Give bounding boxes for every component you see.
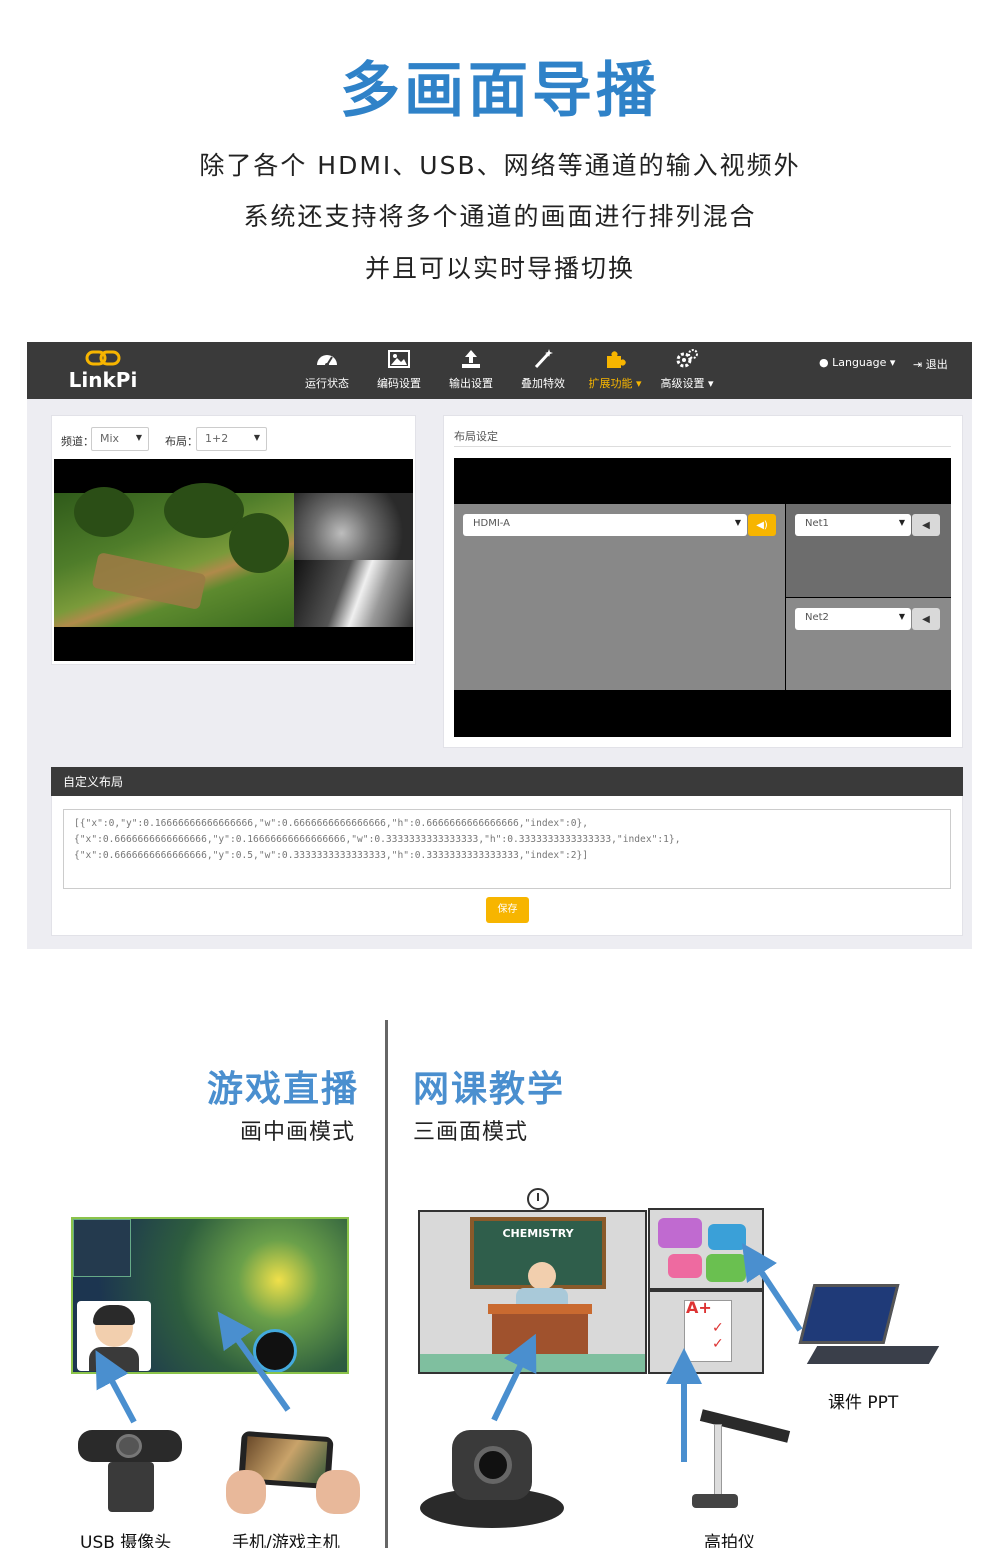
layout-settings-title: 布局设定 (454, 430, 498, 443)
hero-line-1: 除了各个 HDMI、USB、网络等通道的输入视频外 (199, 151, 801, 180)
channel-select[interactable]: Mix ▼ (91, 427, 149, 451)
layout-canvas: HDMI-A ▼ ◀) Net1 ▼ ◀ Net2 ▼ ◀ (454, 458, 951, 737)
logout-button[interactable]: ⇥ 退出 (913, 356, 948, 372)
upload-icon (441, 348, 501, 372)
chevron-down-icon: ▾ (889, 356, 896, 369)
navbar: LinkPi 运行状态 编码设置 输出设置 叠加特效 扩展功能 ▾ 高级设置 ▾… (27, 342, 972, 399)
nav-encode-settings[interactable]: 编码设置 (369, 348, 429, 394)
nav-label: 高级设置 (660, 377, 705, 390)
logo[interactable]: LinkPi (63, 348, 143, 394)
teacher-screen: CHEMISTRY (418, 1210, 647, 1374)
nav-advanced-settings[interactable]: 高级设置 ▾ (655, 348, 719, 394)
caption-phone: 手机/游戏主机 (232, 1533, 340, 1548)
custom-layout-json[interactable]: [{"x":0,"y":0.16666666666666666,"w":0.66… (63, 809, 951, 889)
class-title: 网课教学 (413, 1069, 566, 1110)
hero-line-2: 系统还支持将多个通道的画面进行排列混合 (243, 202, 757, 231)
chain-link-icon (85, 350, 121, 366)
arrow-icon (95, 1350, 137, 1424)
source3-value: Net2 (805, 612, 829, 623)
volume-off-icon[interactable]: ◀ (912, 514, 940, 536)
layout-select[interactable]: 1+2 ▼ (196, 427, 267, 451)
source3-select[interactable]: Net2 ▼ (795, 608, 911, 630)
magic-wand-icon (513, 348, 573, 372)
section-divider (385, 1020, 388, 1548)
minimap (73, 1219, 131, 1277)
nav-run-status[interactable]: 运行状态 (297, 348, 357, 394)
mix-preview (54, 459, 413, 661)
chevron-down-icon: ▾ (704, 377, 714, 390)
document-screen: A+ ✓ ✓ (648, 1290, 764, 1374)
caption-ppt: 课件 PPT (828, 1393, 899, 1413)
json-line: {"x":0.6666666666666666,"y":0.1666666666… (74, 834, 681, 845)
class-subtitle: 三画面模式 (413, 1120, 529, 1145)
preview-net2 (294, 560, 413, 627)
layout-label: 布局： (165, 435, 198, 448)
board-text: CHEMISTRY (502, 1227, 574, 1240)
brand-name: LinkPi (68, 368, 138, 392)
layout-value: 1+2 (205, 432, 229, 445)
save-button[interactable]: 保存 (486, 897, 529, 923)
game-title: 游戏直播 (207, 1069, 360, 1110)
channel-label: 频道： (61, 435, 94, 448)
json-line: {"x":0.6666666666666666,"y":0.5,"w":0.33… (74, 850, 589, 861)
ppt-screen (648, 1208, 764, 1290)
source2-select[interactable]: Net1 ▼ (795, 514, 911, 536)
preview-net1 (294, 493, 413, 560)
source2-value: Net1 (805, 518, 829, 529)
main-source-value: HDMI-A (473, 518, 511, 529)
caret-down-icon: ▼ (898, 612, 905, 621)
language-label: Language (832, 356, 887, 369)
caret-down-icon: ▼ (734, 518, 741, 527)
nav-label: 扩展功能 (588, 377, 633, 390)
preview-main-hdmi (54, 483, 294, 627)
nav-label: 输出设置 (449, 377, 493, 390)
game-joystick (253, 1329, 297, 1372)
logout-label: 退出 (925, 358, 948, 371)
facecam-pip (77, 1301, 151, 1371)
caption-doc-camera: 高拍仪 (704, 1533, 755, 1548)
caret-down-icon: ▼ (898, 518, 905, 527)
language-menu[interactable]: ● Language ▾ (819, 356, 895, 369)
sign-out-icon: ⇥ (913, 358, 923, 371)
main-source-select[interactable]: HDMI-A ▼ (463, 514, 747, 536)
nav-output-settings[interactable]: 输出设置 (441, 348, 501, 394)
nav-label: 叠加特效 (521, 377, 565, 390)
volume-on-icon[interactable]: ◀) (748, 514, 776, 536)
volume-off-icon[interactable]: ◀ (912, 608, 940, 630)
usb-webcam (78, 1430, 182, 1462)
nav-extensions[interactable]: 扩展功能 ▾ (583, 348, 647, 394)
json-line: [{"x":0,"y":0.16666666666666666,"w":0.66… (74, 818, 589, 829)
custom-layout-title: 自定义布局 (51, 767, 963, 796)
channel-value: Mix (100, 432, 120, 445)
gears-icon (655, 348, 719, 372)
caret-down-icon: ▼ (253, 433, 260, 442)
dashboard-icon (297, 348, 357, 372)
image-icon (369, 348, 429, 372)
game-screen (71, 1217, 349, 1374)
puzzle-icon (583, 348, 647, 372)
teacher (528, 1262, 556, 1290)
hero-title: 多画面导播 (340, 56, 660, 126)
game-subtitle: 画中画模式 (240, 1120, 356, 1145)
chevron-down-icon: ▾ (632, 377, 642, 390)
caption-usb-camera: USB 摄像头 (80, 1533, 172, 1548)
clock-icon (527, 1188, 549, 1210)
hero-line-3: 并且可以实时导播切换 (364, 254, 635, 283)
nav-label: 运行状态 (305, 377, 349, 390)
nav-label: 编码设置 (377, 377, 421, 390)
caret-down-icon: ▼ (135, 433, 142, 442)
globe-icon: ● (819, 356, 829, 369)
laptop (798, 1284, 900, 1344)
nav-overlay-effects[interactable]: 叠加特效 (513, 348, 573, 394)
